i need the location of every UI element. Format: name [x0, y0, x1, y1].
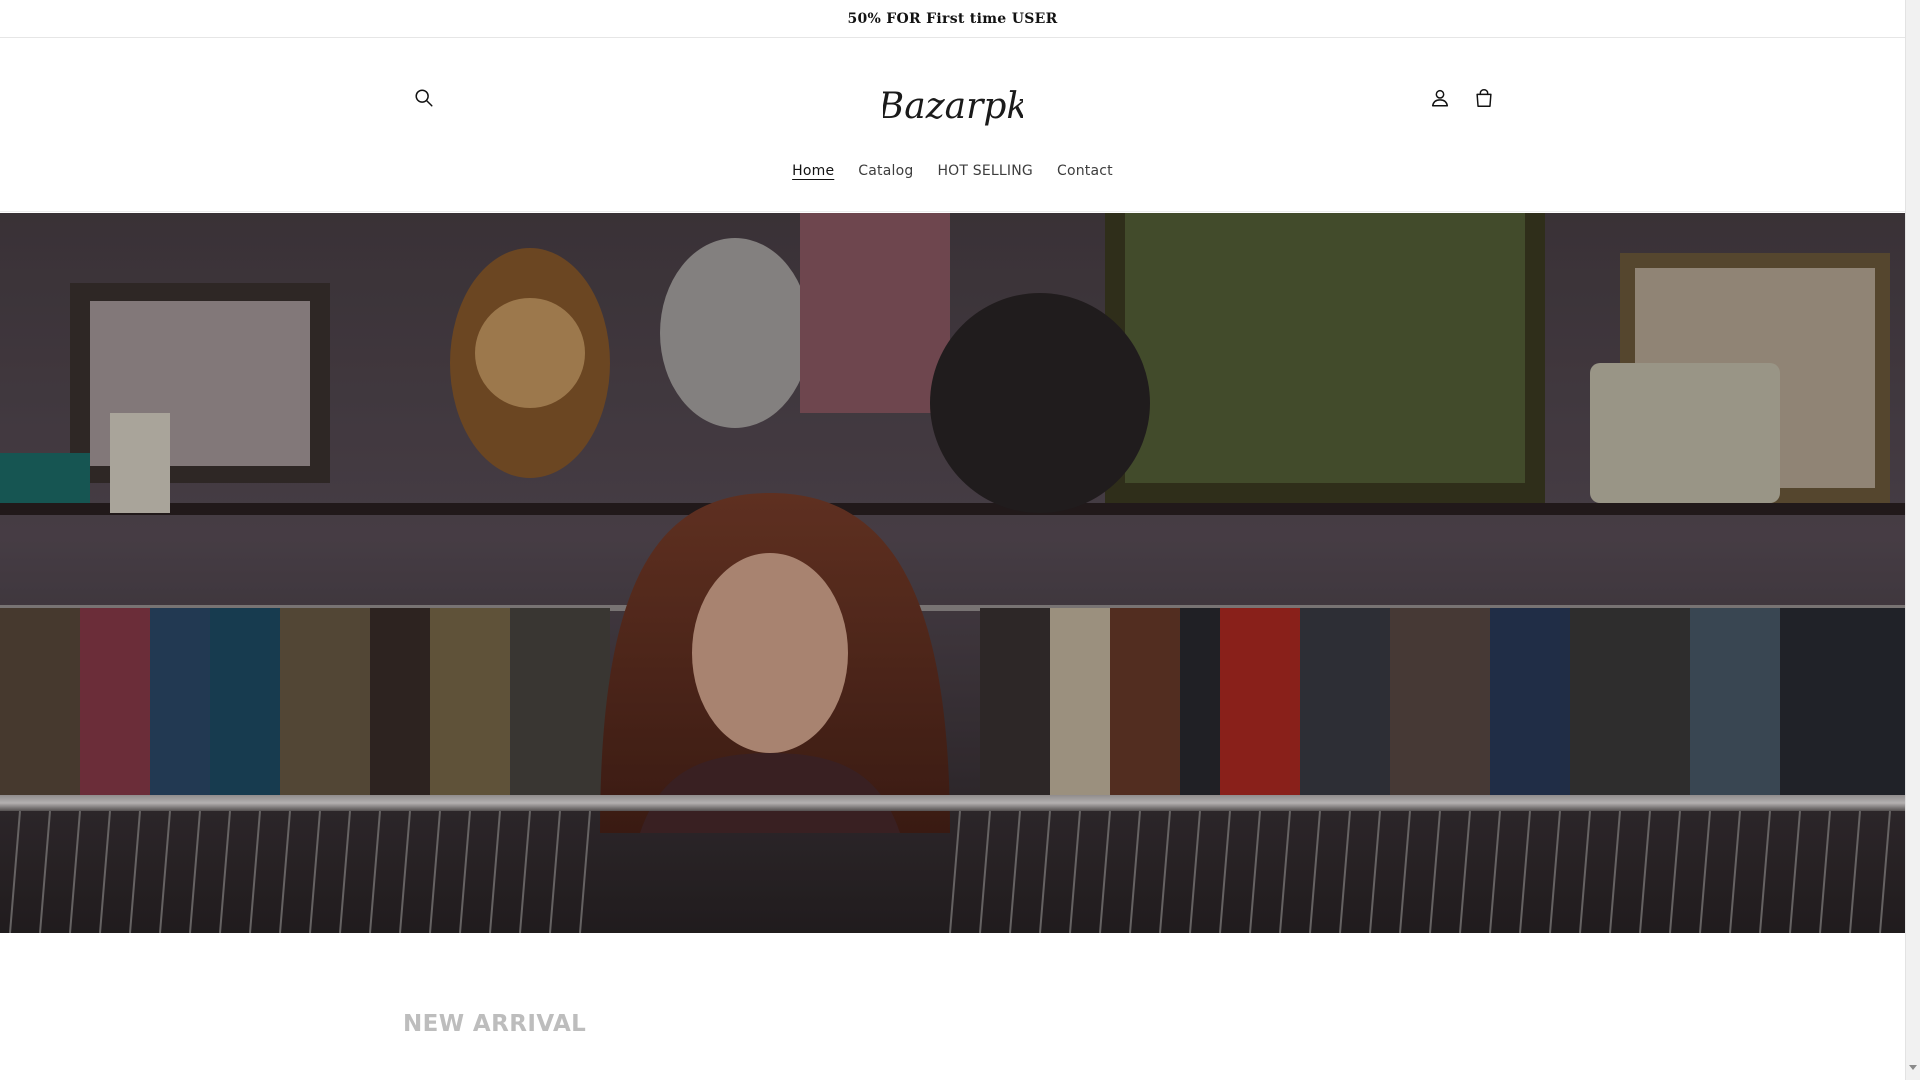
nav-item-home[interactable]: Home — [780, 157, 846, 185]
nav-item-contact[interactable]: Contact — [1045, 157, 1125, 185]
scroll-down-arrow-icon[interactable] — [1909, 1065, 1917, 1070]
main-nav: Home Catalog HOT SELLING Contact — [0, 157, 1905, 185]
nav-item-hot-selling[interactable]: HOT SELLING — [925, 157, 1045, 185]
page-scrollbar[interactable] — [1905, 0, 1920, 1080]
logo-text: Bazarpk — [883, 86, 1023, 127]
bazarpk-logo: Bazarpk — [883, 86, 1023, 127]
announcement-bar: 50% FOR First time USER — [0, 0, 1905, 38]
hero-image — [0, 213, 1905, 933]
page: 50% FOR First time USER Bazarpk Home Cat… — [0, 0, 1920, 1080]
section-title: NEW ARRIVAL — [403, 1011, 587, 1038]
nav-item-catalog[interactable]: Catalog — [846, 157, 925, 185]
cart-button[interactable] — [1462, 76, 1506, 120]
announcement-text: 50% FOR First time USER — [847, 10, 1058, 27]
user-icon — [1431, 89, 1449, 107]
cart-icon — [1476, 89, 1492, 107]
search-icon — [415, 89, 433, 107]
logo[interactable]: Bazarpk — [880, 77, 1025, 137]
site-header: Bazarpk Home Catalog HOT SELLING Contact — [0, 39, 1905, 212]
account-button[interactable] — [1418, 76, 1462, 120]
hero-banner[interactable] — [0, 213, 1905, 933]
search-button[interactable] — [402, 76, 446, 120]
